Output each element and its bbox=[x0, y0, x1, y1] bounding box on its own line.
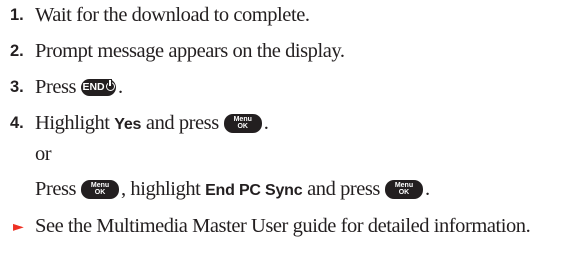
or-text: or bbox=[35, 143, 52, 165]
and-press-text: and press bbox=[307, 178, 380, 200]
press-word: Press bbox=[35, 76, 77, 98]
triangle-right-icon: ► bbox=[13, 219, 24, 235]
step-text: Press END. bbox=[35, 75, 123, 99]
end-key-label: END bbox=[82, 80, 105, 93]
highlight-word: Highlight bbox=[35, 112, 110, 134]
step-text: Prompt message appears on the display. bbox=[35, 40, 345, 62]
period: . bbox=[424, 178, 430, 200]
instruction-list: 1. Wait for the download to complete. 2.… bbox=[0, 0, 584, 260]
step-number: 3. bbox=[10, 78, 24, 96]
option-yes: Yes bbox=[114, 116, 142, 133]
step-number: 4. bbox=[10, 114, 24, 132]
period: . bbox=[118, 76, 123, 98]
option-end-pc-sync: End PC Sync bbox=[205, 182, 303, 199]
and-press-text: and press bbox=[145, 112, 219, 134]
alternative-text: Press Menu OK, highlight End PC Sync and p… bbox=[35, 177, 430, 203]
menu-ok-key-icon: Menu OK bbox=[81, 179, 120, 199]
note-text: See the Multimedia Master User guide for… bbox=[35, 215, 531, 237]
end-key-icon: END bbox=[81, 78, 117, 96]
step-text: Wait for the download to complete. bbox=[35, 4, 310, 26]
step-text: Highlight Yes and press Menu OK. bbox=[35, 111, 269, 137]
step-number: 1. bbox=[10, 6, 24, 24]
power-icon bbox=[105, 79, 115, 91]
press-word: Press bbox=[35, 178, 77, 200]
period: . bbox=[263, 112, 269, 134]
menu-ok-key-icon: Menu OK bbox=[223, 113, 262, 133]
step-number: 2. bbox=[10, 42, 24, 60]
menu-ok-key-icon: Menu OK bbox=[384, 179, 423, 199]
highlight-text: , highlight bbox=[121, 178, 201, 200]
